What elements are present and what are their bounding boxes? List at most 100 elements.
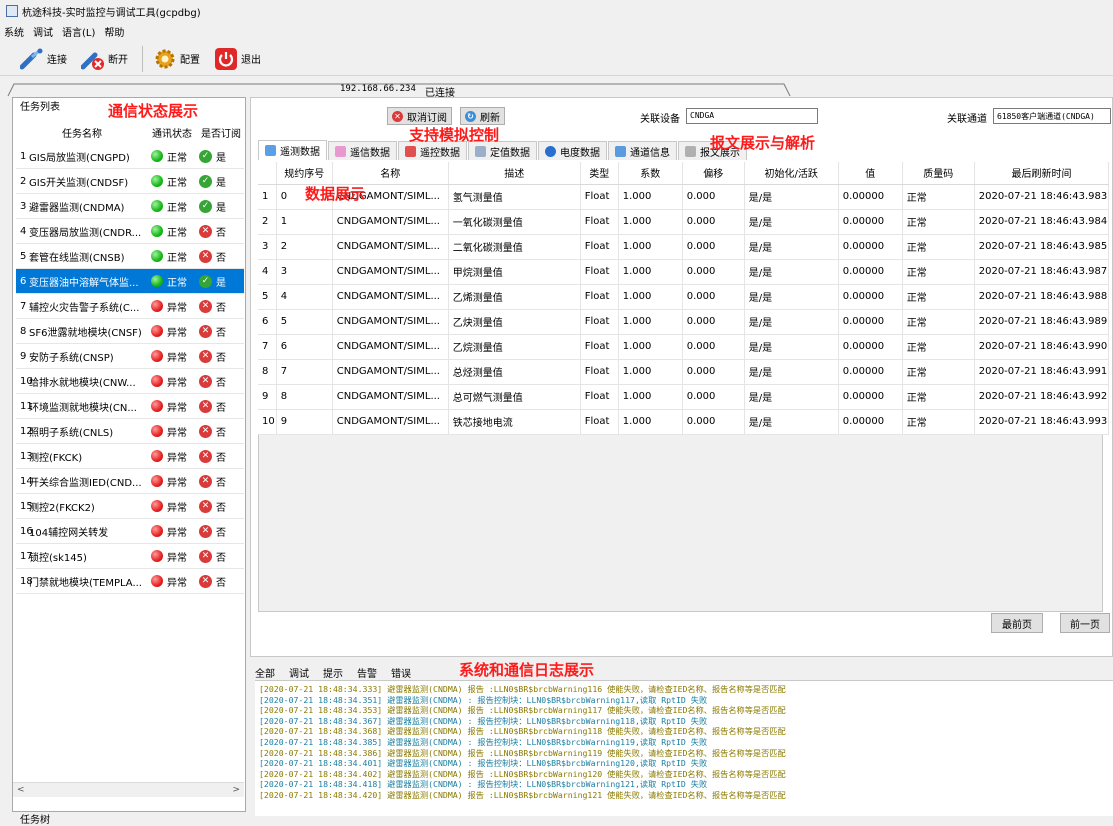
status-error-icon — [151, 525, 163, 537]
menu-help[interactable]: 帮助 — [104, 24, 124, 39]
task-name: GIS局放监测(CNGPD) — [29, 152, 130, 164]
task-row[interactable]: 11 环境监测就地模块(CN... 异常 ✕ 否 — [16, 394, 244, 419]
cell-type: Float — [580, 309, 619, 335]
log-line: [2020-07-21 18:48:34.333] 避雷器监测(CNDMA) 报… — [259, 684, 786, 694]
task-subscribed: 否 — [216, 452, 226, 464]
tab-label: 遥控数据 — [420, 147, 460, 159]
cross-icon: ✕ — [199, 499, 212, 513]
col-desc: 描述 — [448, 162, 581, 185]
task-num: 8 — [20, 325, 27, 337]
log-tab-error[interactable]: 错误 — [391, 665, 411, 680]
cell-time: 2020-07-21 18:46:43.991 — [974, 359, 1110, 385]
table-row[interactable]: 9 8 CNDGAMONT/SIML... 总可燃气测量值 Float 1.000 0.00… — [258, 384, 1110, 410]
task-row[interactable]: 3 避雷器监测(CNDMA) 正常 ✓ 是 — [16, 194, 244, 219]
cell-init: 是/是 — [744, 384, 839, 410]
table-row[interactable]: 3 2 CNDGAMONT/SIML... 二氧化碳测量值 Float 1.000 0.00… — [258, 234, 1110, 260]
cross-icon: ✕ — [199, 524, 212, 538]
task-row[interactable]: 17 锁控(sk145) 异常 ✕ 否 — [16, 544, 244, 569]
log-tab-warning[interactable]: 告警 — [357, 665, 377, 680]
connect-button[interactable]: 连接 — [20, 45, 67, 73]
config-button[interactable]: 配置 — [153, 45, 200, 73]
cell-init: 是/是 — [744, 209, 839, 235]
table-header-row: 规约序号 名称 描述 类型 系数 偏移 初始化/活跃 值 质量码 最后刷新时间 — [258, 162, 1110, 185]
disconnect-button[interactable]: 断开 — [81, 45, 128, 73]
table-row[interactable]: 1 0 CNDGAMONT/SIML... 氢气测量值 Float 1.000 0.000 是… — [258, 184, 1110, 210]
task-name: 套管在线监测(CNSB) — [29, 252, 125, 264]
task-row[interactable]: 15 测控2(FKCK2) 异常 ✕ 否 — [16, 494, 244, 519]
scroll-left-icon[interactable]: < — [17, 785, 25, 795]
cell-time: 2020-07-21 18:46:43.985 — [974, 234, 1110, 260]
task-row[interactable]: 8 SF6泄露就地模块(CNSF) 异常 ✕ 否 — [16, 319, 244, 344]
task-row[interactable]: 12 照明子系统(CNLS) 异常 ✕ 否 — [16, 419, 244, 444]
log-tab-all[interactable]: 全部 — [255, 665, 275, 680]
device-field[interactable]: CNDGA — [686, 108, 818, 124]
task-status: 异常 — [167, 477, 187, 489]
task-name: GIS开关监测(CNDSF) — [29, 177, 129, 189]
task-row[interactable]: 5 套管在线监测(CNSB) 正常 ✕ 否 — [16, 244, 244, 269]
task-row[interactable]: 4 变压器局放监测(CNDR... 正常 ✕ 否 — [16, 219, 244, 244]
task-row[interactable]: 6 变压器油中溶解气体监... 正常 ✓ 是 — [16, 269, 244, 294]
task-row[interactable]: 14 开关综合监测IED(CND... 异常 ✕ 否 — [16, 469, 244, 494]
task-list-hscrollbar[interactable]: < > — [13, 782, 244, 797]
cell-init: 是/是 — [744, 409, 839, 435]
cross-icon: ✕ — [199, 349, 212, 363]
task-num: 7 — [20, 300, 27, 312]
tab-telemetry[interactable]: 遥测数据 — [258, 140, 327, 160]
task-subscribed: 否 — [216, 327, 226, 339]
tab-energy[interactable]: 电度数据 — [538, 141, 607, 160]
task-num: 14 — [20, 475, 33, 487]
log-output[interactable]: [2020-07-21 18:48:34.333] 避雷器监测(CNDMA) 报… — [255, 680, 1113, 816]
cell-rownum: 6 — [258, 309, 277, 335]
table-row[interactable]: 10 9 CNDGAMONT/SIML... 铁芯接地电流 Float 1.000 0.00… — [258, 409, 1110, 435]
task-num: 18 — [20, 575, 33, 587]
cell-time: 2020-07-21 18:46:43.987 — [974, 259, 1110, 285]
unsubscribe-button[interactable]: ✕ 取消订阅 — [387, 107, 452, 125]
task-row[interactable]: 9 安防子系统(CNSP) 异常 ✕ 否 — [16, 344, 244, 369]
task-list-header: 任务名称 通讯状态 是否订阅 — [18, 123, 244, 141]
table-row[interactable]: 8 7 CNDGAMONT/SIML... 总烃测量值 Float 1.000 0.000 是… — [258, 359, 1110, 385]
cross-icon: ✕ — [199, 574, 212, 588]
channel-field[interactable]: 61850客户端通道(CNDGA) — [993, 108, 1111, 124]
status-ok-icon — [151, 200, 163, 212]
prev-page-button[interactable]: 前一页 — [1060, 613, 1110, 633]
task-row[interactable]: 7 辅控火灾告警子系统(C... 异常 ✕ 否 — [16, 294, 244, 319]
task-row[interactable]: 13 测控(FKCK) 异常 ✕ 否 — [16, 444, 244, 469]
task-row[interactable]: 16 104辅控网关转发 异常 ✕ 否 — [16, 519, 244, 544]
refresh-button[interactable]: ↻ 刷新 — [460, 107, 505, 125]
task-row[interactable]: 1 GIS局放监测(CNGPD) 正常 ✓ 是 — [16, 144, 244, 169]
task-row[interactable]: 2 GIS开关监测(CNDSF) 正常 ✓ 是 — [16, 169, 244, 194]
table-row[interactable]: 2 1 CNDGAMONT/SIML... 一氧化碳测量值 Float 1.000 0.00… — [258, 209, 1110, 235]
cell-type: Float — [580, 259, 619, 285]
table-row[interactable]: 5 4 CNDGAMONT/SIML... 乙烯测量值 Float 1.000 0.000 是… — [258, 284, 1110, 310]
menu-system[interactable]: 系统 — [4, 24, 24, 39]
exit-button[interactable]: 退出 — [214, 45, 261, 73]
cell-init: 是/是 — [744, 184, 839, 210]
cell-quality: 正常 — [902, 234, 975, 260]
table-row[interactable]: 4 3 CNDGAMONT/SIML... 甲烷测量值 Float 1.000 0.000 是… — [258, 259, 1110, 285]
task-list-title: 任务列表 — [20, 102, 60, 113]
tab-channel-info[interactable]: 通道信息 — [608, 141, 677, 160]
task-subscribed: 是 — [216, 277, 226, 289]
cell-rownum: 5 — [258, 284, 277, 310]
task-row[interactable]: 18 门禁就地模块(TEMPLA... 异常 ✕ 否 — [16, 569, 244, 594]
task-row[interactable]: 10 给排水就地模块(CNW... 异常 ✕ 否 — [16, 369, 244, 394]
tab-label: 遥信数据 — [350, 147, 390, 159]
scroll-right-icon[interactable]: > — [232, 785, 240, 795]
energy-icon — [545, 145, 556, 157]
cell-desc: 乙烯测量值 — [448, 284, 581, 310]
table-row[interactable]: 7 6 CNDGAMONT/SIML... 乙烷测量值 Float 1.000 0.000 是… — [258, 334, 1110, 360]
log-tab-debug[interactable]: 调试 — [289, 665, 309, 680]
cell-coef: 1.000 — [618, 359, 683, 385]
cell-init: 是/是 — [744, 309, 839, 335]
device-label: 关联设备 — [640, 114, 680, 125]
first-page-button[interactable]: 最前页 — [991, 613, 1043, 633]
log-tab-info[interactable]: 提示 — [323, 665, 343, 680]
menu-debug[interactable]: 调试 — [33, 24, 53, 39]
table-row[interactable]: 6 5 CNDGAMONT/SIML... 乙炔测量值 Float 1.000 0.000 是… — [258, 309, 1110, 335]
task-name: SF6泄露就地模块(CNSF) — [29, 327, 142, 339]
menu-language[interactable]: 语言(L) — [62, 24, 95, 39]
annotation-msg-parse: 报文展示与解析 — [710, 134, 816, 152]
task-subscribed: 否 — [216, 552, 226, 564]
task-subscribed: 否 — [216, 252, 226, 264]
tab-telesignal[interactable]: 遥信数据 — [328, 141, 397, 160]
